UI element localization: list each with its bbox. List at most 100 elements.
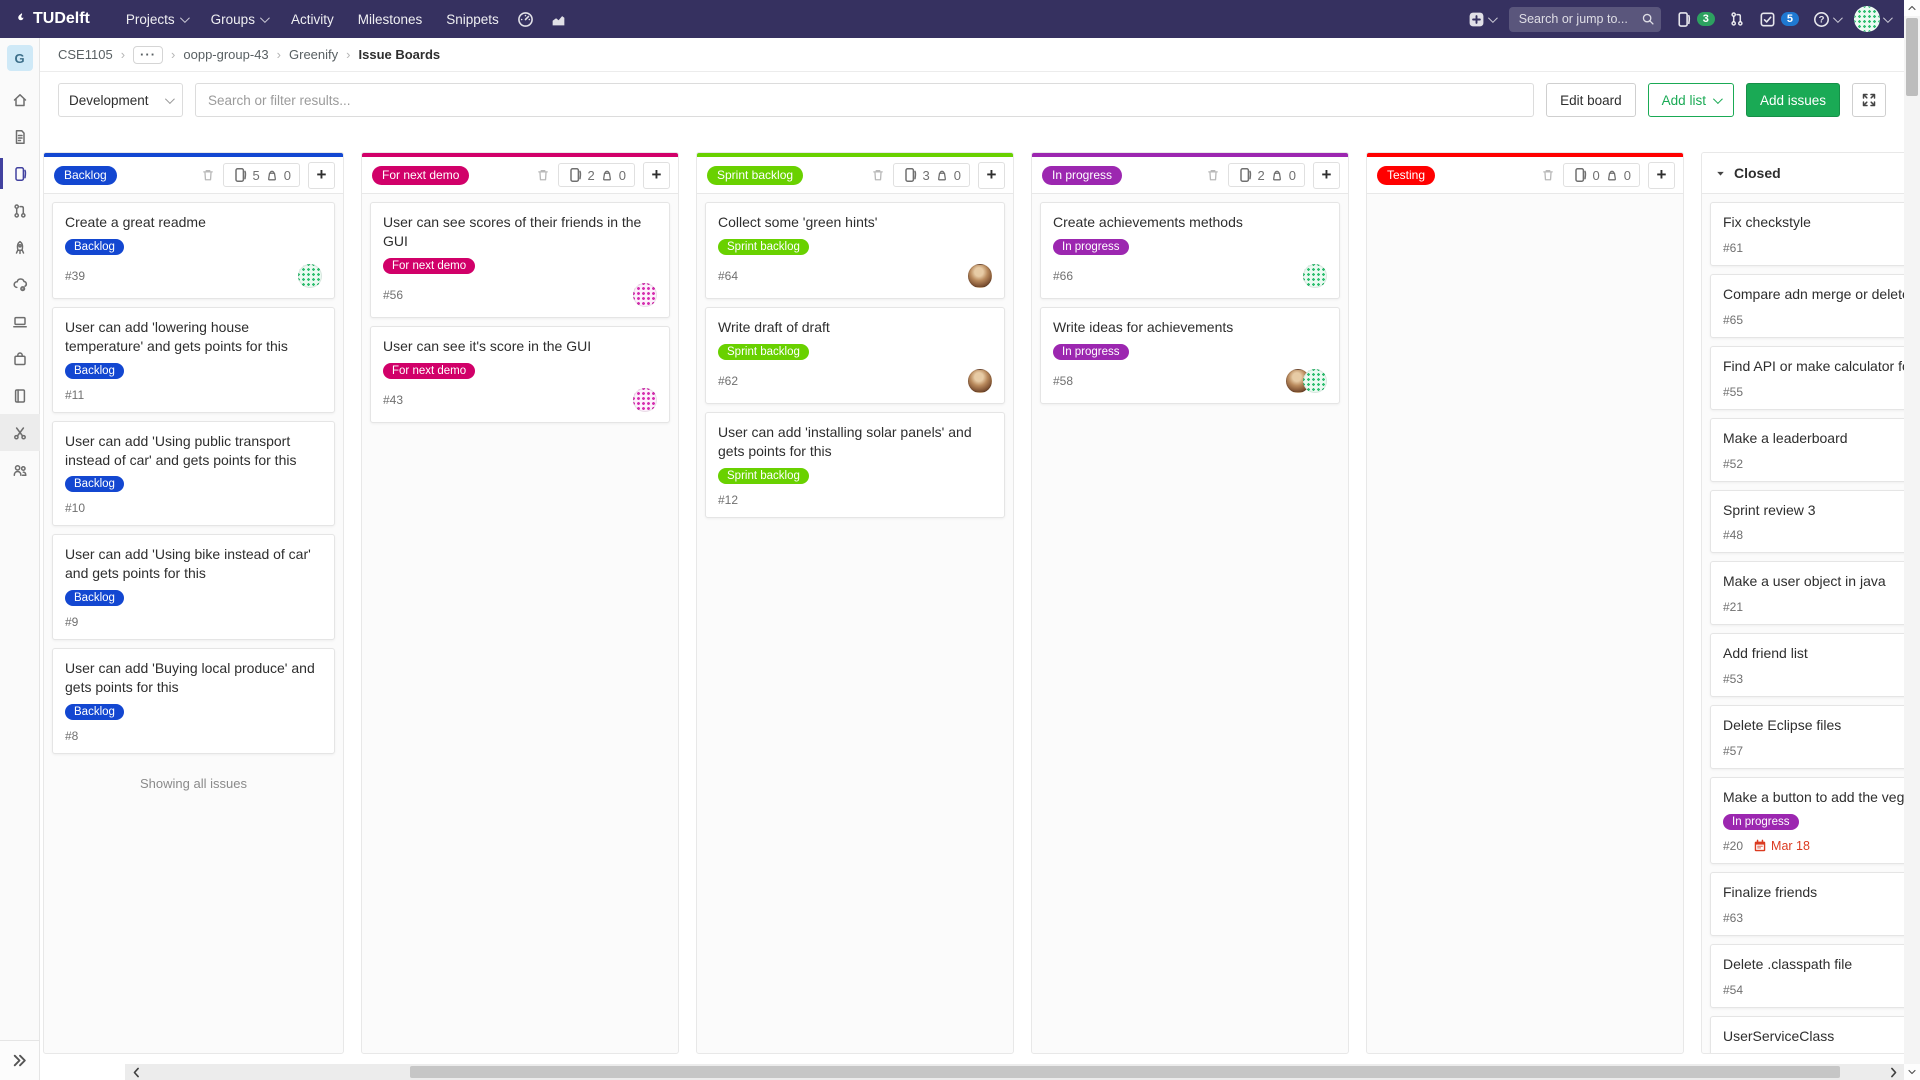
assignee-avatar[interactable] — [633, 283, 657, 307]
add-issues-button[interactable]: Add issues — [1746, 83, 1840, 117]
sidebar-item-packages[interactable] — [0, 340, 40, 377]
issue-card[interactable]: User can see scores of their friends in … — [370, 202, 670, 318]
column-label-pill[interactable]: Sprint backlog — [707, 166, 803, 185]
issue-card[interactable]: Delete .classpath file#54 — [1710, 944, 1904, 1008]
issue-card[interactable]: Create a great readmeBacklog#39 — [52, 202, 335, 299]
issues-nav-button[interactable]: 3 — [1675, 11, 1715, 28]
column-label-pill[interactable]: For next demo — [372, 166, 469, 185]
sidebar-item-ci-cd[interactable] — [0, 229, 40, 266]
sidebar-item-project-overview[interactable] — [0, 81, 40, 118]
label-pill[interactable]: In progress — [1723, 814, 1799, 830]
issue-card[interactable]: Sprint review 3#48 — [1710, 490, 1904, 554]
assignee-avatar[interactable] — [968, 369, 992, 393]
user-menu-button[interactable] — [1854, 6, 1890, 32]
nav-item-milestones[interactable]: Milestones — [348, 6, 433, 33]
label-pill[interactable]: For next demo — [383, 363, 475, 379]
board-filter-input[interactable] — [195, 83, 1534, 117]
label-pill[interactable]: Backlog — [65, 704, 124, 720]
column-card-list[interactable]: Collect some 'green hints'Sprint backlog… — [697, 194, 1013, 1053]
tudelft-logo[interactable]: TUDelft — [14, 10, 90, 28]
issue-card[interactable]: Write ideas for achievementsIn progress#… — [1040, 307, 1340, 404]
add-issue-to-list-button[interactable]: + — [308, 162, 335, 189]
column-card-list[interactable] — [1367, 194, 1683, 1053]
scroll-up-arrow[interactable] — [1904, 0, 1920, 16]
vertical-scroll-thumb[interactable] — [1906, 18, 1918, 96]
edit-board-button[interactable]: Edit board — [1546, 83, 1636, 117]
issue-card[interactable]: UserServiceClass#50 — [1710, 1016, 1904, 1053]
label-pill[interactable]: Sprint backlog — [718, 239, 809, 255]
operations-dashboard-icon[interactable] — [509, 6, 542, 33]
project-avatar[interactable]: G — [7, 45, 33, 71]
label-pill[interactable]: Backlog — [65, 363, 124, 379]
assignee-avatar[interactable] — [968, 264, 992, 288]
issue-card[interactable]: Find API or make calculator for CO2#55 — [1710, 346, 1904, 410]
nav-item-groups[interactable]: Groups — [201, 6, 277, 33]
issue-card[interactable]: Fix checkstyle#61 — [1710, 202, 1904, 266]
closed-card-list[interactable]: Fix checkstyle#61 Compare adn merge or de… — [1702, 194, 1904, 1053]
sidebar-item-merge-requests[interactable] — [0, 192, 40, 229]
nav-item-activity[interactable]: Activity — [281, 6, 344, 33]
scroll-down-arrow[interactable] — [1904, 1064, 1920, 1080]
collapse-sidebar-button[interactable] — [0, 1040, 39, 1080]
todos-nav-button[interactable]: 5 — [1759, 11, 1799, 28]
issue-card[interactable]: Compare adn merge or delete old b#65 — [1710, 274, 1904, 338]
label-pill[interactable]: Backlog — [65, 239, 124, 255]
issue-card[interactable]: User can add 'Using bike instead of car'… — [52, 534, 335, 640]
issue-card[interactable]: User can add 'Buying local produce' and … — [52, 648, 335, 754]
column-label-pill[interactable]: Backlog — [54, 166, 117, 185]
label-pill[interactable]: Backlog — [65, 590, 124, 606]
issue-card[interactable]: Make a user object in java#21 — [1710, 561, 1904, 625]
issue-card[interactable]: User can see it's score in the GUIFor ne… — [370, 326, 670, 423]
issue-card[interactable]: User can add 'lowering house temperature… — [52, 307, 335, 413]
sidebar-item-issue-boards[interactable] — [0, 155, 40, 192]
add-list-button[interactable]: Add list — [1648, 83, 1734, 117]
charts-icon[interactable] — [542, 6, 575, 33]
label-pill[interactable]: In progress — [1053, 239, 1129, 255]
add-issue-to-list-button[interactable]: + — [643, 162, 670, 189]
assignee-avatar[interactable] — [1303, 369, 1327, 393]
scroll-left-arrow[interactable] — [125, 1064, 147, 1080]
add-issue-to-list-button[interactable]: + — [1313, 162, 1340, 189]
nav-item-projects[interactable]: Projects — [116, 6, 197, 33]
column-card-list[interactable]: User can see scores of their friends in … — [362, 194, 678, 1053]
assignee-avatar[interactable] — [1303, 264, 1327, 288]
breadcrumb-item[interactable]: oopp-group-43 — [183, 47, 268, 62]
help-menu-button[interactable]: ? — [1813, 11, 1840, 28]
scroll-right-arrow[interactable] — [1882, 1064, 1904, 1080]
board-switcher-select[interactable]: Development — [58, 83, 183, 117]
new-menu-button[interactable] — [1468, 11, 1495, 28]
issue-card[interactable]: Make a leaderboard#52 — [1710, 418, 1904, 482]
label-pill[interactable]: Backlog — [65, 476, 124, 492]
vertical-scrollbar[interactable] — [1904, 0, 1920, 1080]
issue-card[interactable]: User can add 'installing solar panels' a… — [705, 412, 1005, 518]
sidebar-item-repository[interactable] — [0, 118, 40, 155]
fullscreen-button[interactable] — [1852, 83, 1886, 117]
issue-card[interactable]: Make a button to add the vegetarianIn pr… — [1710, 777, 1904, 864]
column-label-pill[interactable]: In progress — [1042, 166, 1122, 185]
sidebar-item-snippets[interactable] — [0, 414, 40, 451]
sidebar-item-members[interactable] — [0, 451, 40, 488]
horizontal-scrollbar[interactable] — [125, 1064, 1904, 1080]
issue-card[interactable]: Create achievements methodsIn progress#6… — [1040, 202, 1340, 299]
column-card-list[interactable]: Create a great readmeBacklog#39User can … — [44, 194, 343, 1053]
column-card-list[interactable]: Create achievements methodsIn progress#6… — [1032, 194, 1348, 1053]
horizontal-scroll-thumb[interactable] — [410, 1066, 1840, 1078]
issue-card[interactable]: Add friend list#53 — [1710, 633, 1904, 697]
issue-card[interactable]: Delete Eclipse files#57 — [1710, 705, 1904, 769]
issue-card[interactable]: Finalize friends#63 — [1710, 872, 1904, 936]
global-search-input[interactable] — [1509, 7, 1661, 32]
breadcrumb-ellipsis-button[interactable]: ··· — [133, 46, 163, 64]
label-pill[interactable]: Sprint backlog — [718, 344, 809, 360]
merge-requests-nav-button[interactable] — [1729, 11, 1745, 27]
breadcrumb-item[interactable]: Issue Boards — [359, 47, 441, 62]
breadcrumb-item[interactable]: Greenify — [289, 47, 338, 62]
column-label-pill[interactable]: Testing — [1377, 166, 1435, 185]
breadcrumb-item[interactable]: CSE1105 — [58, 47, 113, 62]
issue-card[interactable]: Write draft of draftSprint backlog#62 — [705, 307, 1005, 404]
issue-card[interactable]: User can add 'Using public transport ins… — [52, 421, 335, 527]
label-pill[interactable]: For next demo — [383, 258, 475, 274]
assignee-avatar[interactable] — [633, 388, 657, 412]
sidebar-item-environments[interactable] — [0, 303, 40, 340]
label-pill[interactable]: In progress — [1053, 344, 1129, 360]
nav-item-snippets[interactable]: Snippets — [436, 6, 509, 33]
